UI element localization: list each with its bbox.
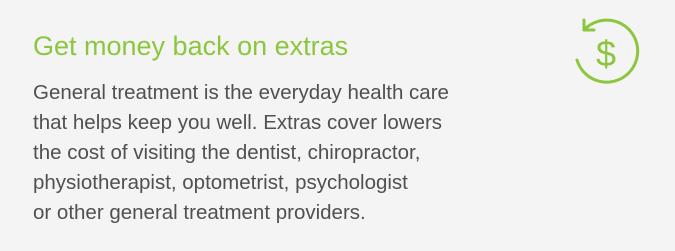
card-title: Get money back on extras (33, 31, 349, 61)
extras-info-card: Get money back on extras General treatme… (0, 0, 675, 251)
dollar-glyph: $ (596, 33, 616, 74)
money-back-icon: $ (575, 18, 640, 84)
description-line: that helps keep you well. Extras cover l… (33, 111, 443, 134)
description-line: General treatment is the everyday health… (33, 81, 449, 104)
card-description: General treatment is the everyday health… (33, 78, 573, 228)
description-line: or other general treatment providers. (33, 201, 366, 224)
description-line: the cost of visiting the dentist, chirop… (33, 141, 421, 164)
description-line: physiotherapist, optometrist, psychologi… (33, 171, 408, 194)
